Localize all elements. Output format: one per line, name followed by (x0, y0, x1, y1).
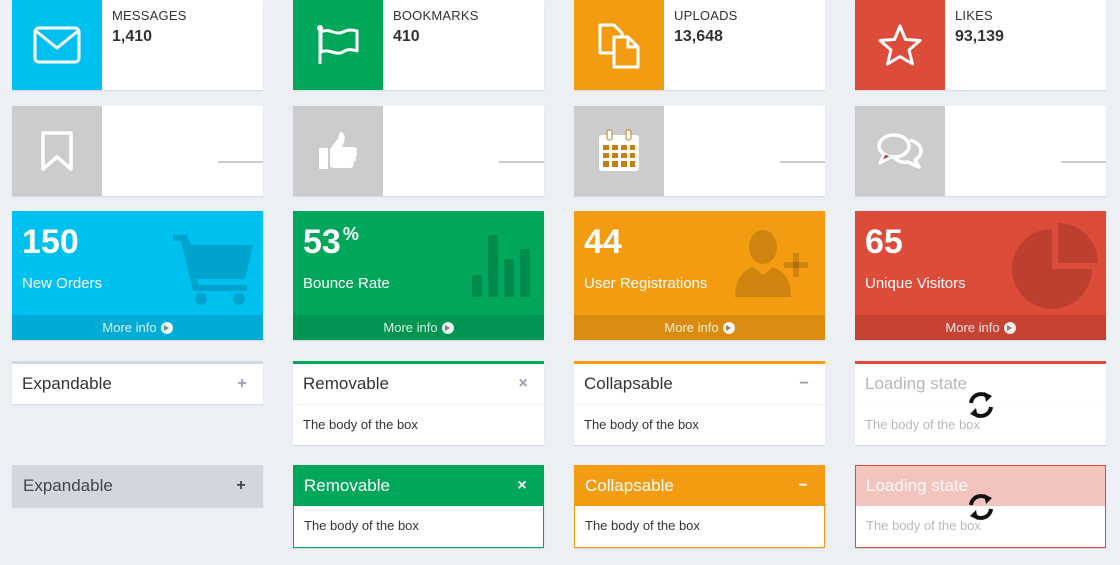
solid-box-loading-state: Loading state The body of the box (855, 465, 1106, 548)
star-icon (855, 0, 945, 90)
files-icon (574, 0, 664, 90)
bar-chart-icon (470, 229, 536, 302)
remove-button[interactable]: × (512, 375, 534, 393)
stat-number: 13,648 (674, 28, 723, 45)
box-header: Collapsable − (574, 364, 825, 404)
stat-box-likes: LIKES 93,139 (855, 0, 1106, 90)
progress-bar (955, 161, 1106, 163)
box-title: Collapsable (585, 476, 674, 495)
collapse-button[interactable]: − (793, 375, 815, 393)
shopping-cart-icon (173, 229, 255, 310)
remove-button[interactable]: × (511, 477, 533, 495)
progress-description: 70% Increase in 30 Days (674, 171, 819, 186)
box-title: Expandable (23, 476, 113, 495)
box-body: The body of the box (304, 518, 419, 533)
stat-box-messages: MESSAGES 1,410 (12, 0, 263, 90)
bookmark-icon (12, 106, 102, 196)
box-header: Expandable + (13, 466, 262, 506)
progress-box-likes: LIKES 41,410 70% Increase in 30 Days (293, 106, 544, 196)
calendar-icon (574, 106, 664, 196)
more-info-link[interactable]: More info (293, 315, 544, 340)
pie-chart-icon (1012, 223, 1098, 314)
box-title: Loading state (866, 476, 969, 495)
stat-label: EVENTS (674, 114, 728, 129)
refresh-spinner-icon (966, 390, 996, 420)
progress-box-events: EVENTS 41,410 70% Increase in 30 Days (574, 106, 825, 196)
small-box-label: User Registrations (584, 275, 708, 292)
more-info-link[interactable]: More info (855, 315, 1106, 340)
box-collapsable: Collapsable − The body of the box (574, 361, 825, 445)
stat-label: BOOKMARKS (393, 8, 479, 23)
arrow-circle-right-icon (722, 321, 735, 334)
small-box-user-registrations: 44 User Registrations More info (574, 211, 825, 340)
small-box-number: 65 (865, 223, 903, 261)
small-box-number: 44 (584, 223, 622, 261)
stat-box-bookmarks: BOOKMARKS 410 (293, 0, 544, 90)
box-header: Collapsable − (575, 466, 824, 506)
flag-icon (293, 0, 383, 90)
progress-bar (393, 161, 544, 163)
box-header: Removable × (293, 364, 544, 404)
box-expandable: Expandable + (12, 361, 263, 404)
user-add-icon (733, 229, 817, 304)
progress-description: 70% Increase in 30 Days (955, 171, 1100, 186)
more-info-link[interactable]: More info (574, 315, 825, 340)
small-box-label: Unique Visitors (865, 275, 966, 292)
stat-label: BOOKMARKS (112, 114, 198, 129)
stat-number: 41,410 (674, 134, 723, 151)
stat-number: 410 (393, 28, 420, 45)
small-box-label: Bounce Rate (303, 275, 390, 292)
stat-number: 41,410 (393, 134, 442, 151)
stat-label: MESSAGES (112, 8, 187, 23)
collapse-button[interactable]: − (792, 477, 814, 495)
stat-label: LIKES (393, 114, 431, 129)
small-box-number: 150 (22, 223, 79, 261)
thumbs-up-icon (293, 106, 383, 196)
expand-button[interactable]: + (230, 477, 252, 495)
progress-bar (112, 161, 263, 163)
box-title: Collapsable (584, 374, 673, 393)
stat-number: 41,410 (955, 134, 1004, 151)
comments-icon (855, 106, 945, 196)
arrow-circle-right-icon (1003, 321, 1016, 334)
box-body: The body of the box (574, 404, 825, 445)
stat-number: 41,410 (112, 134, 161, 151)
progress-description: 70% Increase in 30 Days (112, 171, 257, 186)
box-title: Loading state (865, 374, 968, 393)
progress-bar (674, 161, 825, 163)
box-body: The body of the box (585, 518, 700, 533)
stat-number: 93,139 (955, 28, 1004, 45)
progress-box-bookmarks: BOOKMARKS 41,410 70% Increase in 30 Days (12, 106, 263, 196)
stat-label: COMMENTS (955, 114, 1033, 129)
box-header: Removable × (294, 466, 543, 506)
progress-description: 70% Increase in 30 Days (393, 171, 538, 186)
box-title: Expandable (22, 374, 112, 393)
box-title: Removable (303, 374, 389, 393)
small-box-label: New Orders (22, 275, 103, 292)
more-info-link[interactable]: More info (12, 315, 263, 340)
stat-label: LIKES (955, 8, 993, 23)
stat-label: UPLOADS (674, 8, 738, 23)
small-box-unique-visitors: 65 Unique Visitors More info (855, 211, 1106, 340)
box-removable: Removable × The body of the box (293, 361, 544, 445)
box-body: The body of the box (293, 404, 544, 445)
solid-box-removable: Removable × The body of the box (293, 465, 544, 548)
envelope-icon (12, 0, 102, 90)
refresh-spinner-icon (966, 492, 996, 522)
box-title: Removable (304, 476, 390, 495)
progress-box-comments: COMMENTS 41,410 70% Increase in 30 Days (855, 106, 1106, 196)
small-box-new-orders: 150 New Orders More info (12, 211, 263, 340)
stat-box-uploads: UPLOADS 13,648 (574, 0, 825, 90)
box-loading-state: Loading state The body of the box (855, 361, 1106, 445)
solid-box-expandable: Expandable + (12, 465, 263, 507)
small-box-number: 53% (303, 223, 359, 261)
arrow-circle-right-icon (441, 321, 454, 334)
solid-box-collapsable: Collapsable − The body of the box (574, 465, 825, 548)
arrow-circle-right-icon (160, 321, 173, 334)
small-box-bounce-rate: 53% Bounce Rate More info (293, 211, 544, 340)
stat-number: 1,410 (112, 28, 153, 45)
expand-button[interactable]: + (231, 375, 253, 393)
box-header: Expandable + (12, 364, 263, 404)
